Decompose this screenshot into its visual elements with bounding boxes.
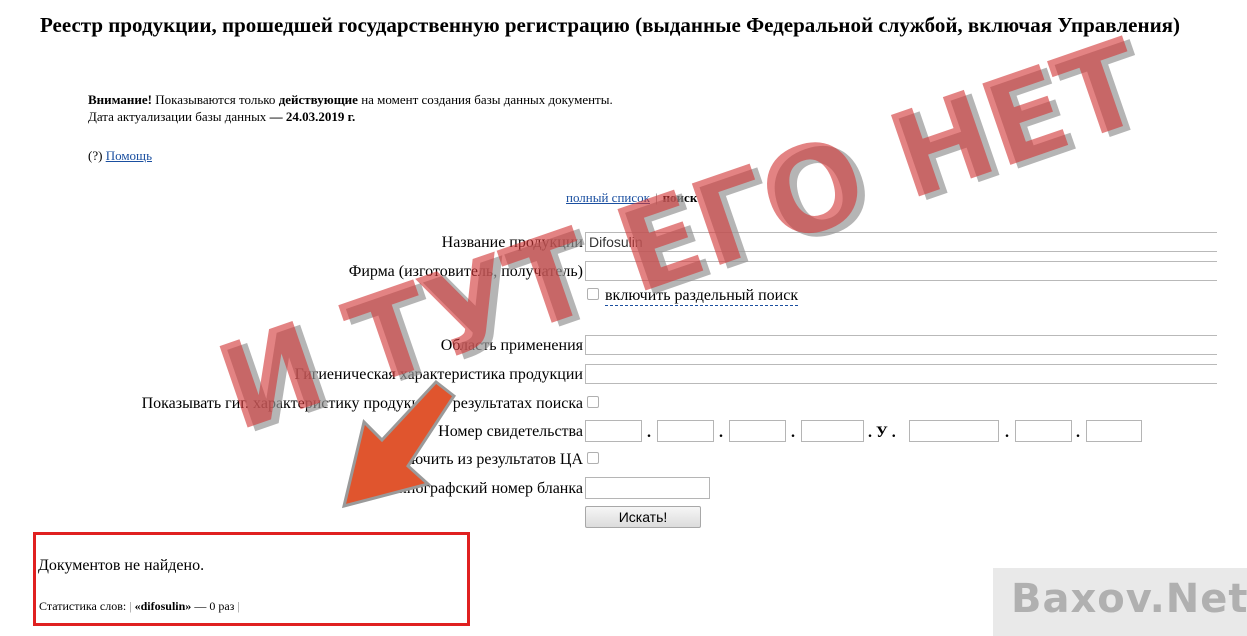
site-watermark: Baxov.Net	[993, 568, 1247, 636]
cert-dot-1: .	[647, 424, 651, 441]
nav-separator: |	[654, 190, 658, 205]
product-name-input[interactable]: Difosulin	[585, 232, 1217, 252]
page-title: Реестр продукции, прошедшей государствен…	[40, 13, 1181, 37]
stats-term: «difosulin»	[134, 599, 192, 613]
word-stats: Статистика слов: | «difosulin» — 0 раз |	[39, 599, 243, 614]
exclude-checkbox[interactable]	[587, 452, 599, 464]
notice-line: Внимание! Показываются только действующи…	[88, 92, 613, 108]
notice-text-1: Показываются только	[152, 92, 279, 107]
stats-bar-2: |	[237, 599, 240, 613]
stats-count: — 0 раз	[191, 599, 235, 613]
separate-search-checkbox[interactable]	[587, 288, 599, 300]
cert-segment-6[interactable]	[1015, 420, 1072, 442]
date-text: Дата актуализации базы данных	[88, 109, 270, 124]
mode-nav: полный список | поиск	[566, 190, 697, 206]
cert-segment-3[interactable]	[729, 420, 786, 442]
stats-bar-1: |	[129, 599, 132, 613]
cert-dot-4: .	[1005, 424, 1009, 441]
hygiene-input[interactable]	[585, 364, 1217, 384]
show-hygiene-label: Показывать гиг. характеристику продукции…	[141, 395, 583, 412]
help-line: (?) Помощь	[88, 148, 152, 164]
notice-attention: Внимание!	[88, 92, 152, 107]
help-prefix: (?)	[88, 148, 106, 163]
area-label: Область применения	[440, 337, 583, 354]
search-mode-label: поиск	[662, 190, 698, 205]
full-list-link[interactable]: полный список	[566, 190, 650, 205]
blank-number-input[interactable]	[585, 477, 710, 499]
help-link[interactable]: Помощь	[106, 148, 152, 163]
cert-segment-4[interactable]	[801, 420, 864, 442]
certificate-label: Номер свидетельства	[438, 423, 583, 440]
cert-segment-1[interactable]	[585, 420, 642, 442]
notice-active: действующие	[278, 92, 358, 107]
search-button[interactable]: Искать!	[585, 506, 701, 528]
firm-label: Фирма (изготовитель, получатель)	[348, 263, 583, 280]
cert-dot-2: .	[719, 424, 723, 441]
date-value: — 24.03.2019 г.	[269, 109, 356, 124]
exclude-label: Исключить из результатов ЦА	[376, 451, 583, 468]
cert-dot-5: .	[1076, 424, 1080, 441]
firm-input[interactable]	[585, 261, 1217, 281]
stats-label: Статистика слов:	[39, 599, 127, 613]
cert-dot-3: .	[791, 424, 795, 441]
no-results-message: Документов не найдено.	[38, 557, 205, 574]
product-name-label: Название продукции	[441, 234, 583, 251]
show-hygiene-checkbox[interactable]	[587, 396, 599, 408]
date-line: Дата актуализации базы данных — 24.03.20…	[88, 109, 355, 125]
hygiene-label: Гигиеническая характеристика продукции	[294, 366, 583, 383]
cert-segment-2[interactable]	[657, 420, 714, 442]
cert-segment-7[interactable]	[1086, 420, 1142, 442]
blank-number-label: Типографский номер бланка	[388, 480, 583, 497]
separate-search-link[interactable]: включить раздельный поиск	[605, 287, 799, 306]
cert-segment-5[interactable]	[909, 420, 999, 442]
cert-u-separator: . У .	[868, 424, 896, 441]
area-input[interactable]	[585, 335, 1217, 355]
notice-text-2: на момент создания базы данных документы…	[357, 92, 613, 107]
site-watermark-text: Baxov.Net	[1011, 576, 1247, 622]
